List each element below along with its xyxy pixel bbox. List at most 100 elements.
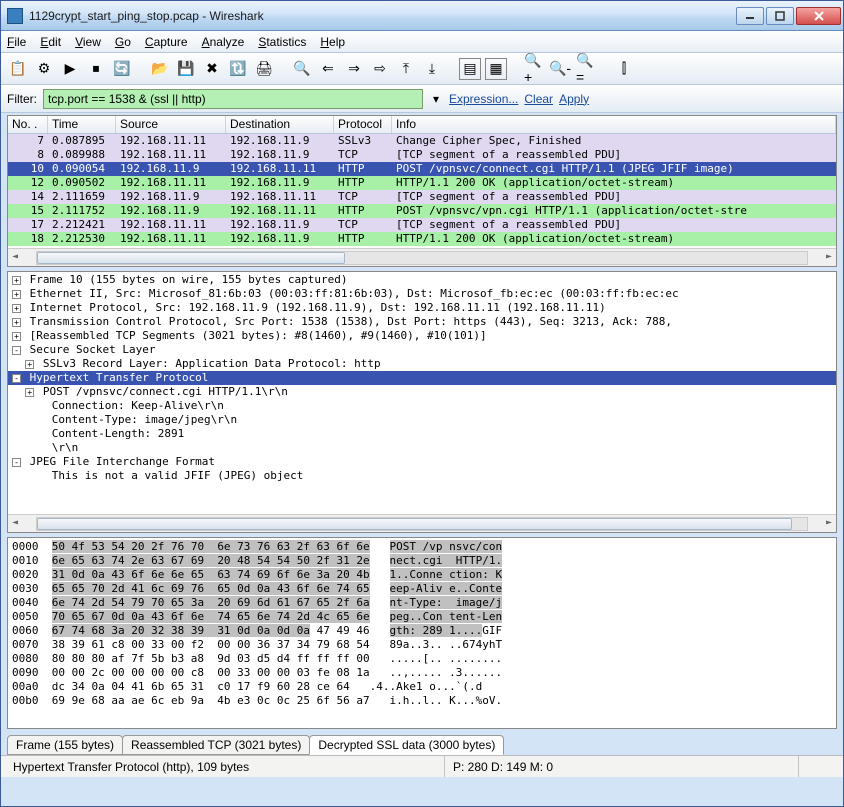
details-row[interactable]: + SSLv3 Record Layer: Application Data P… [8, 357, 836, 371]
zoom-in-icon[interactable]: 🔍+ [523, 58, 545, 80]
scroll-right-icon[interactable]: ► [822, 517, 836, 531]
capture-options-icon[interactable]: ⚙ [33, 58, 55, 80]
go-forward-icon[interactable]: ⇒ [343, 58, 365, 80]
col-protocol[interactable]: Protocol [334, 116, 392, 133]
capture-start-icon[interactable]: ▶ [59, 58, 81, 80]
menu-help[interactable]: Help [320, 35, 345, 49]
close-file-icon[interactable]: ✖ [201, 58, 223, 80]
minimize-button[interactable] [736, 7, 764, 25]
scroll-left-icon[interactable]: ◄ [8, 517, 22, 531]
details-row[interactable]: This is not a valid JFIF (JPEG) object [8, 469, 836, 483]
details-row[interactable]: Connection: Keep-Alive\r\n [8, 399, 836, 413]
packet-row[interactable]: 182.212530192.168.11.11192.168.11.9HTTPH… [8, 232, 836, 246]
capture-restart-icon[interactable]: 🔄 [111, 58, 133, 80]
hex-line[interactable]: 0010 6e 65 63 74 2e 63 67 69 20 48 54 54… [12, 554, 832, 568]
packet-row[interactable]: 152.111752192.168.11.9192.168.11.11HTTPP… [8, 204, 836, 218]
menu-edit[interactable]: Edit [40, 35, 61, 49]
hex-line[interactable]: 0080 80 80 80 af 7f 5b b3 a8 9d 03 d5 d4… [12, 652, 832, 666]
packet-bytes-body[interactable]: 0000 50 4f 53 54 20 2f 76 70 6e 73 76 63… [8, 538, 836, 728]
hex-line[interactable]: 0040 6e 74 2d 54 79 70 65 3a 20 69 6d 61… [12, 596, 832, 610]
col-no[interactable]: No. . [8, 116, 48, 133]
details-row[interactable]: + Frame 10 (155 bytes on wire, 155 bytes… [8, 273, 836, 287]
open-icon[interactable]: 📂 [149, 58, 171, 80]
packet-row[interactable]: 120.090502192.168.11.11192.168.11.9HTTPH… [8, 176, 836, 190]
scroll-thumb[interactable] [37, 252, 345, 264]
details-row[interactable]: + [Reassembled TCP Segments (3021 bytes)… [8, 329, 836, 343]
goto-icon[interactable]: ⇨ [369, 58, 391, 80]
hex-line[interactable]: 0070 38 39 61 c8 00 33 00 f2 00 00 36 37… [12, 638, 832, 652]
hex-line[interactable]: 00a0 dc 34 0a 04 41 6b 65 31 c0 17 f9 60… [12, 680, 832, 694]
menu-statistics[interactable]: Statistics [258, 35, 306, 49]
details-scrollbar[interactable]: ◄ ► [8, 514, 836, 532]
hex-line[interactable]: 0090 00 00 2c 00 00 00 00 c8 00 33 00 00… [12, 666, 832, 680]
menu-view[interactable]: View [75, 35, 101, 49]
window-titlebar: 1129crypt_start_ping_stop.pcap - Wiresha… [1, 1, 843, 31]
col-source[interactable]: Source [116, 116, 226, 133]
bytes-tabs: Frame (155 bytes) Reassembled TCP (3021 … [1, 731, 843, 755]
window-title: 1129crypt_start_ping_stop.pcap - Wiresha… [29, 9, 734, 23]
resize-columns-icon[interactable]: ⫿ [613, 58, 635, 80]
details-row[interactable]: + Internet Protocol, Src: 192.168.11.9 (… [8, 301, 836, 315]
reload-icon[interactable]: 🔃 [227, 58, 249, 80]
capture-stop-icon[interactable]: ⏹ [85, 58, 107, 80]
colorize-icon[interactable]: ▤ [459, 58, 481, 80]
menu-analyze[interactable]: Analyze [202, 35, 245, 49]
save-icon[interactable]: 💾 [175, 58, 197, 80]
menu-go[interactable]: Go [115, 35, 131, 49]
print-icon[interactable]: 🖨 [253, 58, 275, 80]
packet-list-scrollbar[interactable]: ◄ ► [8, 248, 836, 266]
col-destination[interactable]: Destination [226, 116, 334, 133]
scroll-left-icon[interactable]: ◄ [8, 251, 22, 265]
find-icon[interactable]: 🔍 [291, 58, 313, 80]
details-row[interactable]: - JPEG File Interchange Format [8, 455, 836, 469]
zoom-reset-icon[interactable]: 🔍= [575, 58, 597, 80]
packet-row[interactable]: 80.089988192.168.11.11192.168.11.9TCP[TC… [8, 148, 836, 162]
status-bar: Hypertext Transfer Protocol (http), 109 … [1, 755, 843, 777]
go-first-icon[interactable]: ⤒ [395, 58, 417, 80]
hex-line[interactable]: 0050 70 65 67 0d 0a 43 6f 6e 74 65 6e 74… [12, 610, 832, 624]
scroll-right-icon[interactable]: ► [822, 251, 836, 265]
packet-details-body[interactable]: + Frame 10 (155 bytes on wire, 155 bytes… [8, 272, 836, 514]
tab-reassembled-tcp[interactable]: Reassembled TCP (3021 bytes) [122, 735, 310, 755]
col-time[interactable]: Time [48, 116, 116, 133]
details-row[interactable]: + Transmission Control Protocol, Src Por… [8, 315, 836, 329]
clear-button[interactable]: Clear [524, 92, 553, 106]
zoom-out-icon[interactable]: 🔍- [549, 58, 571, 80]
details-row[interactable]: Content-Type: image/jpeg\r\n [8, 413, 836, 427]
packet-row[interactable]: 100.090054192.168.11.9192.168.11.11HTTPP… [8, 162, 836, 176]
hex-line[interactable]: 0000 50 4f 53 54 20 2f 76 70 6e 73 76 63… [12, 540, 832, 554]
details-row[interactable]: - Hypertext Transfer Protocol [8, 371, 836, 385]
maximize-button[interactable] [766, 7, 794, 25]
packet-list-header[interactable]: No. . Time Source Destination Protocol I… [8, 116, 836, 134]
go-back-icon[interactable]: ⇐ [317, 58, 339, 80]
apply-button[interactable]: Apply [559, 92, 589, 106]
scroll-thumb[interactable] [37, 518, 792, 530]
interfaces-icon[interactable]: 📋 [7, 58, 29, 80]
menu-capture[interactable]: Capture [145, 35, 188, 49]
hex-line[interactable]: 0020 31 0d 0a 43 6f 6e 6e 65 63 74 69 6f… [12, 568, 832, 582]
go-last-icon[interactable]: ⤓ [421, 58, 443, 80]
close-button[interactable] [796, 7, 841, 25]
expression-button[interactable]: Expression... [449, 92, 518, 106]
packet-row[interactable]: 142.111659192.168.11.9192.168.11.11TCP[T… [8, 190, 836, 204]
details-row[interactable]: + POST /vpnsvc/connect.cgi HTTP/1.1\r\n [8, 385, 836, 399]
menu-file[interactable]: File [7, 35, 26, 49]
main-toolbar: 📋 ⚙ ▶ ⏹ 🔄 📂 💾 ✖ 🔃 🖨 🔍 ⇐ ⇒ ⇨ ⤒ ⤓ ▤ ▦ 🔍+ 🔍… [1, 53, 843, 85]
col-info[interactable]: Info [392, 116, 836, 133]
packet-row[interactable]: 70.087895192.168.11.11192.168.11.9SSLv3C… [8, 134, 836, 148]
details-row[interactable]: Content-Length: 2891 [8, 427, 836, 441]
tab-decrypted-ssl[interactable]: Decrypted SSL data (3000 bytes) [309, 735, 504, 755]
tab-frame[interactable]: Frame (155 bytes) [7, 735, 123, 755]
filter-input[interactable] [43, 89, 423, 109]
filter-dropdown-icon[interactable]: ▾ [429, 92, 443, 106]
details-row[interactable]: \r\n [8, 441, 836, 455]
packet-bytes-pane: 0000 50 4f 53 54 20 2f 76 70 6e 73 76 63… [7, 537, 837, 729]
autoscroll-icon[interactable]: ▦ [485, 58, 507, 80]
details-row[interactable]: - Secure Socket Layer [8, 343, 836, 357]
details-row[interactable]: + Ethernet II, Src: Microsof_81:6b:03 (0… [8, 287, 836, 301]
hex-line[interactable]: 0030 65 65 70 2d 41 6c 69 76 65 0d 0a 43… [12, 582, 832, 596]
packet-row[interactable]: 172.212421192.168.11.11192.168.11.9TCP[T… [8, 218, 836, 232]
packet-list-body[interactable]: 70.087895192.168.11.11192.168.11.9SSLv3C… [8, 134, 836, 248]
hex-line[interactable]: 00b0 69 9e 68 aa ae 6c eb 9a 4b e3 0c 0c… [12, 694, 832, 708]
hex-line[interactable]: 0060 67 74 68 3a 20 32 38 39 31 0d 0a 0d… [12, 624, 832, 638]
